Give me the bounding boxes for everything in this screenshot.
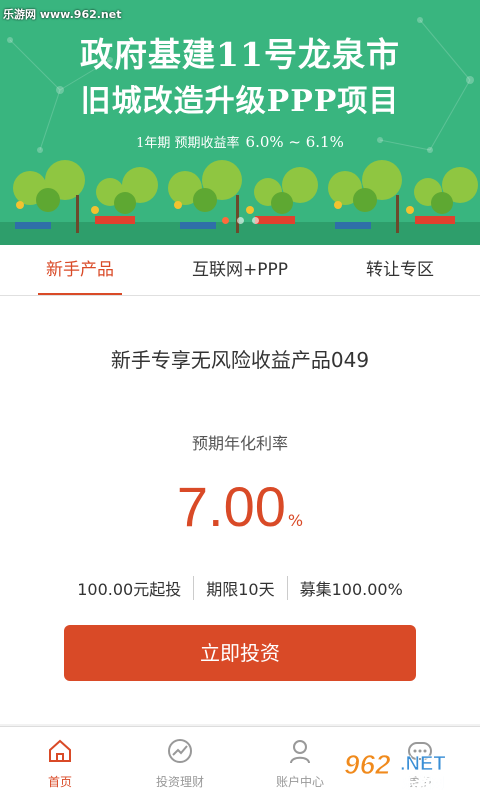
carousel-dot-3[interactable]: [251, 217, 259, 224]
product-name: 新手专享无风险收益产品049: [110, 348, 370, 372]
home-icon: [49, 739, 71, 762]
carousel-dot-1[interactable]: [221, 217, 229, 224]
rate-unit: %: [287, 511, 304, 530]
product-card[interactable]: 新手专享无风险收益产品049 预期年化利率 7.00% 100.00元起投 期限…: [0, 296, 480, 724]
chart-icon: [168, 739, 192, 763]
rate-label: 预期年化利率: [191, 434, 288, 453]
product-tabs: 新手产品 互联网+PPP 转让专区: [0, 245, 480, 296]
user-icon: [290, 740, 310, 764]
carousel-indicator: [0, 209, 480, 228]
promo-banner[interactable]: 乐游网 www.962.net 政府基建11号龙泉市 旧城改造升级PPP项目 1…: [0, 0, 480, 245]
banner-title-line2: 旧城改造升级PPP项目: [80, 84, 400, 119]
rate-value: 7.00: [176, 475, 286, 538]
nav-invest-label: 投资理财: [155, 775, 204, 789]
product-meta: 100.00元起投 期限10天 募集100.00%: [0, 576, 480, 600]
watermark-top: 乐游网 www.962.net: [3, 8, 122, 21]
tab-transfer-zone[interactable]: 转让专区: [320, 245, 480, 295]
carousel-dot-2[interactable]: [236, 217, 244, 224]
watermark-962-logo: 962 .NET 乐游网: [344, 749, 446, 793]
min-invest: 100.00元起投: [77, 580, 182, 599]
raised-progress: 募集100.00%: [286, 576, 415, 600]
banner-subtitle: 1年期 预期收益率 6.0% ~ 6.1%: [0, 132, 480, 151]
banner-title-line1: 政府基建11号龙泉市: [80, 35, 400, 74]
nav-home[interactable]: 首页: [0, 727, 120, 801]
term: 期限10天: [193, 576, 286, 600]
banner-rate-range: 6.0% ~ 6.1%: [245, 133, 344, 151]
tab-newbie-products[interactable]: 新手产品: [0, 245, 160, 295]
svg-text:962: 962: [344, 749, 391, 780]
svg-text:.NET: .NET: [400, 753, 446, 775]
rate-display: 7.00%: [0, 474, 480, 539]
invest-now-button[interactable]: 立即投资: [64, 625, 416, 681]
nav-invest[interactable]: 投资理财: [120, 727, 240, 801]
tab-internet-ppp[interactable]: 互联网+PPP: [160, 245, 320, 295]
banner-subtitle-prefix: 1年期 预期收益率: [136, 136, 240, 151]
nav-home-label: 首页: [47, 775, 72, 789]
svg-text:乐游网: 乐游网: [402, 775, 444, 792]
